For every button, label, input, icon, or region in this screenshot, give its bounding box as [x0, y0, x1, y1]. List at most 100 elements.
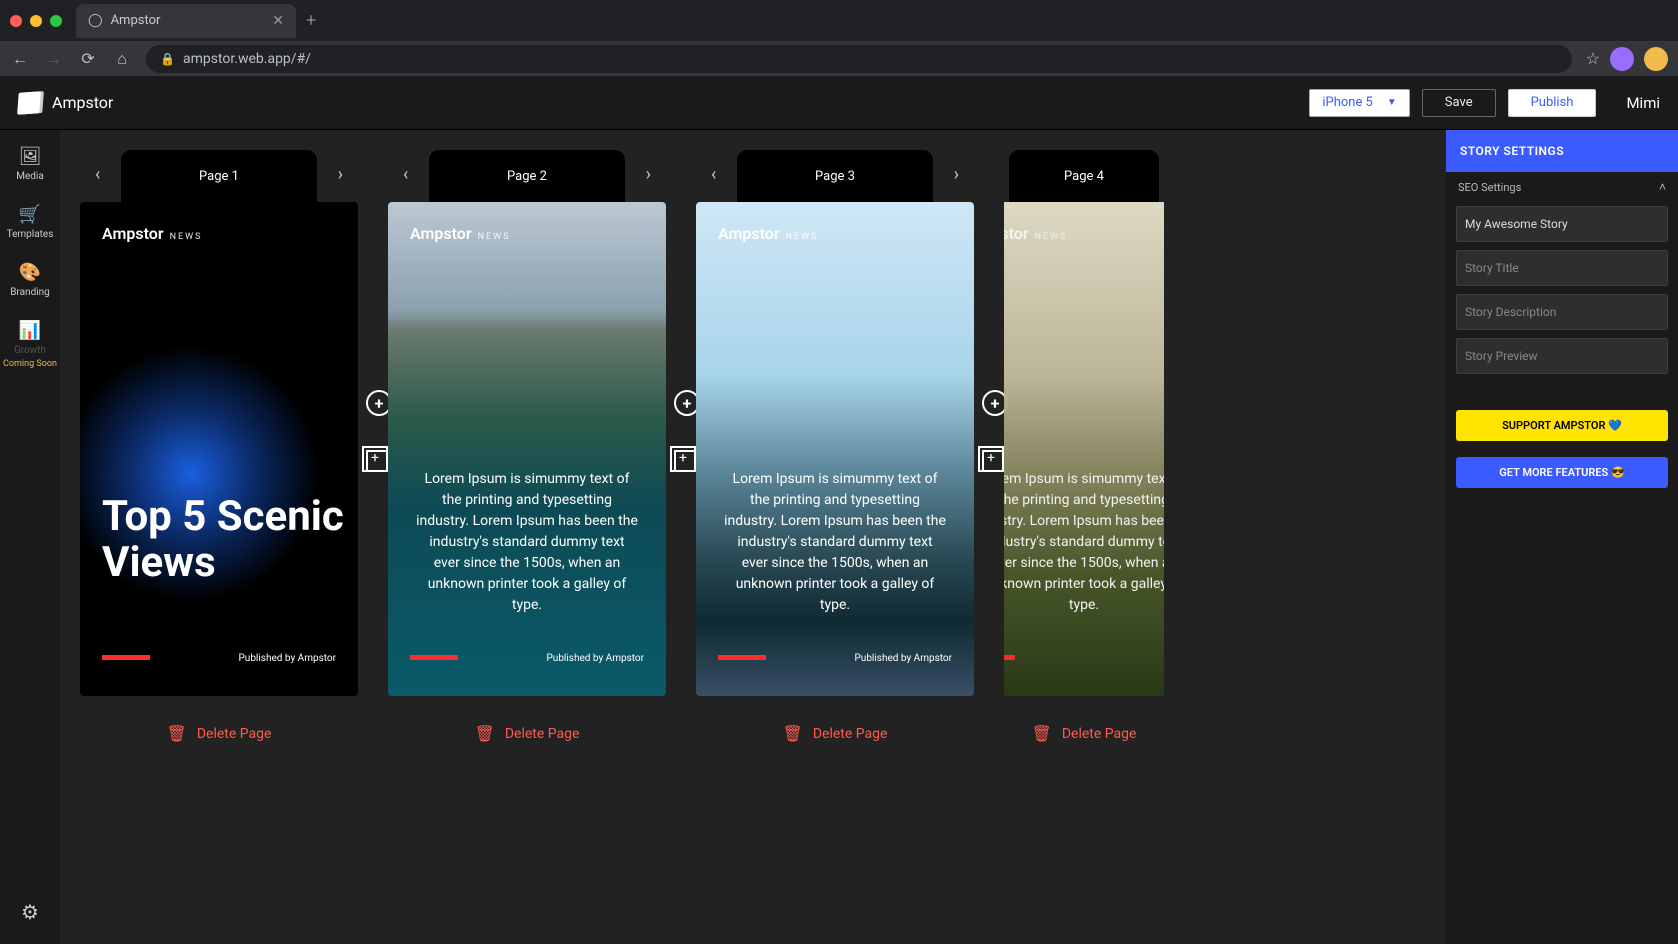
published-by: Published by Ampstor [547, 653, 645, 664]
page-tab[interactable]: Page 4 [1009, 150, 1159, 202]
page-preview-1[interactable]: AmpstorNEWS Top 5 Scenic Views Published… [80, 202, 358, 696]
accent-bar [410, 655, 458, 660]
window-controls[interactable] [10, 15, 62, 27]
sidebar-item-branding[interactable]: 🎨 Branding [8, 260, 52, 300]
duplicate-page-button[interactable] [982, 450, 1004, 472]
page-column-1: ‹ Page 1 › AmpstorNEWS Top 5 Scenic View… [80, 150, 358, 944]
app-logo-icon [17, 91, 41, 114]
chevron-right-icon[interactable]: › [646, 164, 651, 185]
story-title-input[interactable] [1456, 250, 1668, 286]
chevron-right-icon[interactable]: › [954, 164, 959, 185]
sidebar-item-templates[interactable]: 🛒 Templates [5, 202, 56, 242]
sidebar-item-media[interactable]: 🖼 Media [14, 144, 46, 184]
globe-icon: ◯ [88, 13, 103, 28]
minimize-window-icon[interactable] [30, 15, 42, 27]
device-select[interactable]: iPhone 5 ▼ [1309, 89, 1409, 117]
page-column-2: ‹ Page 2 › AmpstorNEWS Lorem Ipsum is si… [388, 150, 666, 944]
device-select-value: iPhone 5 [1322, 95, 1373, 110]
page-label: Page 1 [199, 169, 239, 184]
story-preview-input[interactable] [1456, 338, 1668, 374]
cart-icon: 🛒 [19, 204, 41, 225]
published-by: Published by Ampstor [239, 653, 337, 664]
delete-label: Delete Page [813, 726, 888, 742]
bookmark-star-icon[interactable]: ☆ [1586, 49, 1600, 68]
chevron-left-icon[interactable]: ‹ [95, 164, 100, 185]
accent-bar [102, 655, 150, 660]
story-brand: AmpstorNEWS [1004, 224, 1067, 243]
panel-title: STORY SETTINGS [1446, 130, 1678, 172]
account-avatar[interactable] [1644, 47, 1668, 71]
delete-page-button[interactable]: 🗑 Delete Page [167, 724, 272, 743]
trash-icon: 🗑 [475, 724, 495, 743]
story-name-input[interactable] [1456, 206, 1668, 242]
get-features-button[interactable]: GET MORE FEATURES 😎 [1456, 457, 1668, 488]
forward-button[interactable]: → [44, 49, 64, 69]
canvas[interactable]: ‹ Page 1 › AmpstorNEWS Top 5 Scenic View… [60, 130, 1446, 944]
sidebar-label: Media [16, 171, 44, 182]
new-tab-button[interactable]: + [306, 10, 316, 31]
user-name[interactable]: Mimi [1626, 94, 1660, 112]
address-bar[interactable]: 🔒 ampstor.web.app/#/ [146, 45, 1572, 73]
delete-label: Delete Page [197, 726, 272, 742]
browser-toolbar: ← → ⟳ ⌂ 🔒 ampstor.web.app/#/ ☆ [0, 41, 1678, 76]
duplicate-page-button[interactable] [366, 450, 388, 472]
close-tab-icon[interactable]: ✕ [272, 13, 284, 29]
page-preview-4[interactable]: AmpstorNEWS Lorem Ipsum is simummy text … [1004, 202, 1164, 696]
image-icon: 🖼 [19, 146, 42, 167]
trash-icon: 🗑 [167, 724, 187, 743]
delete-page-button[interactable]: 🗑 Delete Page [475, 724, 580, 743]
story-settings-panel: STORY SETTINGS SEO Settings ˄ SUPPORT AM… [1446, 130, 1678, 944]
app-header: Ampstor iPhone 5 ▼ Save Publish Mimi [0, 76, 1678, 130]
save-button[interactable]: Save [1422, 89, 1496, 117]
page-tab[interactable]: ‹ Page 1 › [121, 150, 317, 202]
tab-title: Ampstor [111, 13, 161, 28]
palette-icon: 🎨 [19, 262, 41, 283]
main-area: 🖼 Media 🛒 Templates 🎨 Branding 📊 Growth … [0, 130, 1678, 944]
page-tab[interactable]: ‹ Page 3 › [737, 150, 933, 202]
section-label: SEO Settings [1458, 181, 1521, 194]
app-name: Ampstor [52, 93, 113, 112]
chevron-right-icon[interactable]: › [338, 164, 343, 185]
seo-settings-section[interactable]: SEO Settings ˄ [1446, 172, 1678, 202]
page-column-3: ‹ Page 3 › AmpstorNEWS Lorem Ipsum is si… [696, 150, 974, 944]
duplicate-page-button[interactable] [674, 450, 696, 472]
story-body: Lorem Ipsum is simummy text of the print… [724, 469, 946, 616]
chart-icon: 📊 [19, 320, 41, 341]
trash-icon: 🗑 [1032, 724, 1052, 743]
browser-chrome: ◯ Ampstor ✕ + ← → ⟳ ⌂ 🔒 ampstor.web.app/… [0, 0, 1678, 76]
coming-soon-badge: Coming Soon [3, 360, 57, 370]
delete-page-button[interactable]: 🗑 Delete Page [1032, 724, 1137, 743]
sidebar-item-growth: 📊 Growth Coming Soon [1, 318, 59, 372]
reload-button[interactable]: ⟳ [78, 49, 98, 68]
delete-label: Delete Page [1062, 726, 1137, 742]
close-window-icon[interactable] [10, 15, 22, 27]
story-description-input[interactable] [1456, 294, 1668, 330]
support-button[interactable]: SUPPORT AMPSTOR 💙 [1456, 410, 1668, 441]
browser-tab[interactable]: ◯ Ampstor ✕ [76, 4, 296, 38]
delete-label: Delete Page [505, 726, 580, 742]
back-button[interactable]: ← [10, 49, 30, 69]
chevron-up-icon: ˄ [1659, 180, 1666, 194]
chevron-left-icon[interactable]: ‹ [403, 164, 408, 185]
page-preview-3[interactable]: AmpstorNEWS Lorem Ipsum is simummy text … [696, 202, 974, 696]
chevron-down-icon: ▼ [1387, 97, 1397, 108]
browser-tabbar: ◯ Ampstor ✕ + [0, 0, 1678, 41]
page-preview-2[interactable]: AmpstorNEWS Lorem Ipsum is simummy text … [388, 202, 666, 696]
publish-button[interactable]: Publish [1508, 89, 1597, 117]
profile-avatar[interactable] [1610, 47, 1634, 71]
settings-button[interactable]: ⚙ [21, 900, 39, 924]
page-column-4: Page 4 AmpstorNEWS Lorem Ipsum is simumm… [1004, 150, 1164, 944]
sidebar-label: Branding [10, 287, 50, 298]
published-by: Published by Ampstor [855, 653, 953, 664]
delete-page-button[interactable]: 🗑 Delete Page [783, 724, 888, 743]
story-brand: AmpstorNEWS [102, 224, 202, 243]
page-label: Page 2 [507, 169, 547, 184]
story-body: Lorem Ipsum is simummy text of the print… [416, 469, 638, 616]
story-title: Top 5 Scenic Views [102, 494, 358, 586]
maximize-window-icon[interactable] [50, 15, 62, 27]
chevron-left-icon[interactable]: ‹ [711, 164, 716, 185]
page-tab[interactable]: ‹ Page 2 › [429, 150, 625, 202]
home-button[interactable]: ⌂ [112, 49, 132, 69]
page-label: Page 3 [815, 169, 855, 184]
accent-bar [1004, 655, 1015, 660]
